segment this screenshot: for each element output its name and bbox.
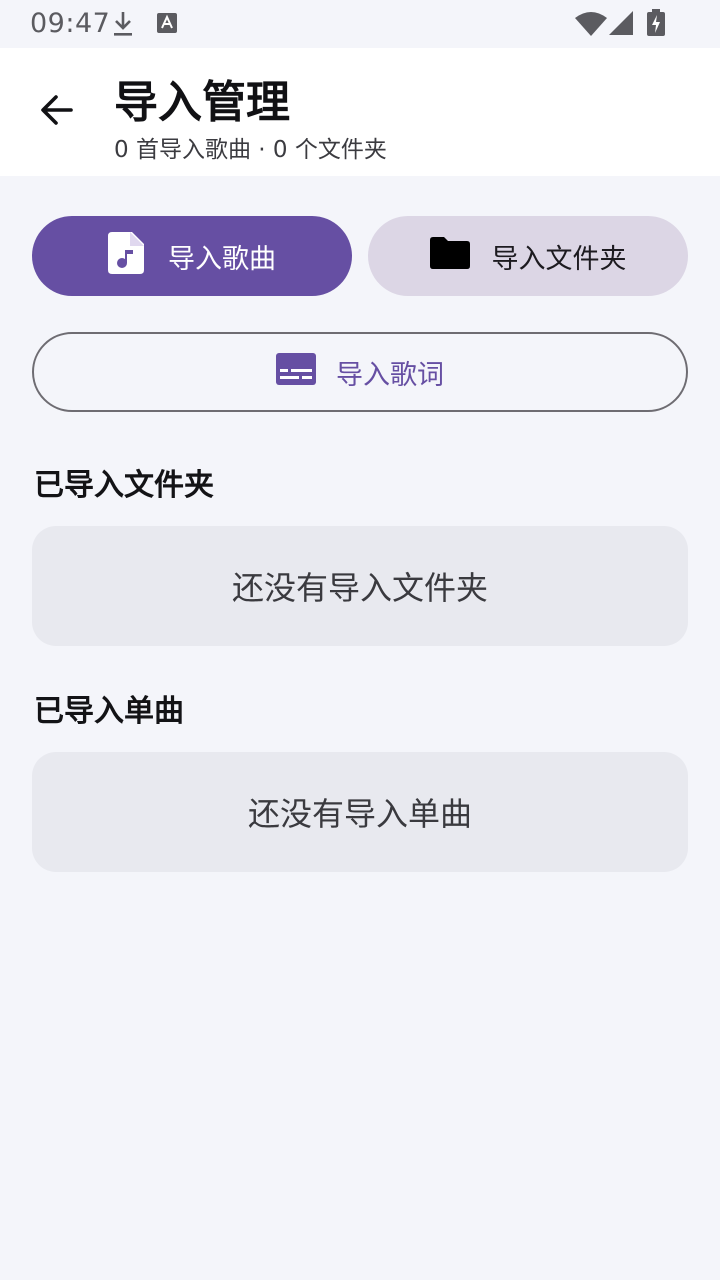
import-songs-label: 导入歌曲 [168, 243, 276, 275]
import-folder-label: 导入文件夹 [491, 243, 627, 275]
status-bar: 09:47 [0, 0, 720, 48]
signal-icon [608, 10, 634, 40]
imported-songs-title: 已导入单曲 [34, 694, 184, 729]
imported-folders-title: 已导入文件夹 [34, 468, 214, 503]
status-time: 09:47 [30, 8, 111, 39]
back-button[interactable] [28, 84, 84, 140]
folders-empty-text: 还没有导入文件夹 [231, 569, 488, 607]
page-subtitle: 0 首导入歌曲 · 0 个文件夹 [114, 137, 387, 163]
page-title: 导入管理 [114, 77, 290, 128]
songs-empty-card: 还没有导入单曲 [32, 752, 688, 872]
import-lyrics-label: 导入歌词 [336, 359, 444, 391]
import-lyrics-button[interactable]: 导入歌词 [32, 332, 688, 412]
wifi-icon [574, 10, 608, 42]
subtitles-icon [276, 352, 316, 392]
download-icon [112, 10, 134, 42]
battery-charging-icon [646, 9, 666, 41]
arrow-back-icon [38, 92, 74, 132]
top-app-bar: 导入管理 0 首导入歌曲 · 0 个文件夹 [0, 48, 720, 176]
songs-empty-text: 还没有导入单曲 [247, 795, 472, 833]
music-file-icon [108, 231, 144, 281]
import-folder-button[interactable]: 导入文件夹 [368, 216, 688, 296]
folder-icon [429, 236, 470, 276]
import-songs-button[interactable]: 导入歌曲 [32, 216, 352, 296]
folders-empty-card: 还没有导入文件夹 [32, 526, 688, 646]
keyboard-a-icon [156, 12, 178, 38]
